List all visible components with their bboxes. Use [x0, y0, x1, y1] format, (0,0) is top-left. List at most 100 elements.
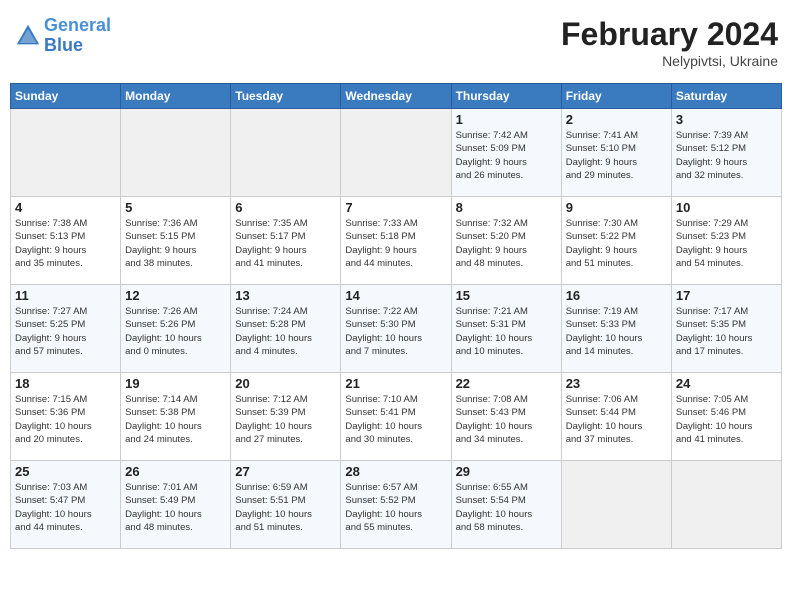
day-number: 22	[456, 376, 557, 391]
day-number: 4	[15, 200, 116, 215]
day-number: 11	[15, 288, 116, 303]
day-number: 14	[345, 288, 446, 303]
day-info: Sunrise: 7:24 AM Sunset: 5:28 PM Dayligh…	[235, 305, 336, 358]
day-info: Sunrise: 6:55 AM Sunset: 5:54 PM Dayligh…	[456, 481, 557, 534]
calendar-cell	[561, 461, 671, 549]
calendar-cell: 6 Sunrise: 7:35 AM Sunset: 5:17 PM Daylig…	[231, 197, 341, 285]
day-number: 26	[125, 464, 226, 479]
day-number: 8	[456, 200, 557, 215]
day-info: Sunrise: 7:14 AM Sunset: 5:38 PM Dayligh…	[125, 393, 226, 446]
day-number: 24	[676, 376, 777, 391]
day-info: Sunrise: 7:39 AM Sunset: 5:12 PM Dayligh…	[676, 129, 777, 182]
day-number: 25	[15, 464, 116, 479]
day-info: Sunrise: 7:21 AM Sunset: 5:31 PM Dayligh…	[456, 305, 557, 358]
calendar-cell: 9 Sunrise: 7:30 AM Sunset: 5:22 PM Daylig…	[561, 197, 671, 285]
day-info: Sunrise: 7:10 AM Sunset: 5:41 PM Dayligh…	[345, 393, 446, 446]
day-number: 20	[235, 376, 336, 391]
weekday-header-friday: Friday	[561, 84, 671, 109]
day-info: Sunrise: 7:26 AM Sunset: 5:26 PM Dayligh…	[125, 305, 226, 358]
day-number: 2	[566, 112, 667, 127]
day-number: 7	[345, 200, 446, 215]
logo: General Blue	[14, 16, 111, 56]
title-block: February 2024 Nelypivtsi, Ukraine	[561, 16, 778, 69]
day-info: Sunrise: 7:05 AM Sunset: 5:46 PM Dayligh…	[676, 393, 777, 446]
calendar-cell: 21 Sunrise: 7:10 AM Sunset: 5:41 PM Dayli…	[341, 373, 451, 461]
calendar-cell: 24 Sunrise: 7:05 AM Sunset: 5:46 PM Dayli…	[671, 373, 781, 461]
day-number: 15	[456, 288, 557, 303]
calendar-cell: 18 Sunrise: 7:15 AM Sunset: 5:36 PM Dayli…	[11, 373, 121, 461]
calendar-cell: 13 Sunrise: 7:24 AM Sunset: 5:28 PM Dayli…	[231, 285, 341, 373]
day-number: 27	[235, 464, 336, 479]
day-number: 6	[235, 200, 336, 215]
day-info: Sunrise: 7:42 AM Sunset: 5:09 PM Dayligh…	[456, 129, 557, 182]
calendar-cell: 10 Sunrise: 7:29 AM Sunset: 5:23 PM Dayli…	[671, 197, 781, 285]
calendar-cell: 29 Sunrise: 6:55 AM Sunset: 5:54 PM Dayli…	[451, 461, 561, 549]
weekday-header-thursday: Thursday	[451, 84, 561, 109]
calendar-cell: 27Sunrise: 6:59 AM Sunset: 5:51 PM Dayli…	[231, 461, 341, 549]
day-number: 9	[566, 200, 667, 215]
calendar-cell	[11, 109, 121, 197]
calendar-cell: 15 Sunrise: 7:21 AM Sunset: 5:31 PM Dayli…	[451, 285, 561, 373]
page-header: General Blue February 2024 Nelypivtsi, U…	[10, 10, 782, 75]
day-number: 5	[125, 200, 226, 215]
weekday-header-wednesday: Wednesday	[341, 84, 451, 109]
calendar-cell: 8 Sunrise: 7:32 AM Sunset: 5:20 PM Daylig…	[451, 197, 561, 285]
calendar-table: SundayMondayTuesdayWednesdayThursdayFrid…	[10, 83, 782, 549]
day-number: 16	[566, 288, 667, 303]
month-year-title: February 2024	[561, 16, 778, 53]
calendar-cell: 17Sunrise: 7:17 AM Sunset: 5:35 PM Dayli…	[671, 285, 781, 373]
logo-text: General Blue	[44, 16, 111, 56]
calendar-cell	[671, 461, 781, 549]
day-info: Sunrise: 7:15 AM Sunset: 5:36 PM Dayligh…	[15, 393, 116, 446]
day-number: 18	[15, 376, 116, 391]
logo-icon	[14, 22, 42, 50]
day-info: Sunrise: 7:19 AM Sunset: 5:33 PM Dayligh…	[566, 305, 667, 358]
day-info: Sunrise: 7:27 AM Sunset: 5:25 PM Dayligh…	[15, 305, 116, 358]
day-info: Sunrise: 7:01 AM Sunset: 5:49 PM Dayligh…	[125, 481, 226, 534]
calendar-cell: 20 Sunrise: 7:12 AM Sunset: 5:39 PM Dayli…	[231, 373, 341, 461]
calendar-cell: 1 Sunrise: 7:42 AM Sunset: 5:09 PM Daylig…	[451, 109, 561, 197]
calendar-cell: 26 Sunrise: 7:01 AM Sunset: 5:49 PM Dayli…	[121, 461, 231, 549]
calendar-cell	[121, 109, 231, 197]
calendar-cell: 12Sunrise: 7:26 AM Sunset: 5:26 PM Dayli…	[121, 285, 231, 373]
calendar-cell: 19 Sunrise: 7:14 AM Sunset: 5:38 PM Dayli…	[121, 373, 231, 461]
calendar-cell: 23 Sunrise: 7:06 AM Sunset: 5:44 PM Dayli…	[561, 373, 671, 461]
day-info: Sunrise: 6:57 AM Sunset: 5:52 PM Dayligh…	[345, 481, 446, 534]
day-info: Sunrise: 7:29 AM Sunset: 5:23 PM Dayligh…	[676, 217, 777, 270]
calendar-cell: 22 Sunrise: 7:08 AM Sunset: 5:43 PM Dayli…	[451, 373, 561, 461]
day-info: Sunrise: 7:06 AM Sunset: 5:44 PM Dayligh…	[566, 393, 667, 446]
calendar-cell: 14 Sunrise: 7:22 AM Sunset: 5:30 PM Dayli…	[341, 285, 451, 373]
calendar-cell	[341, 109, 451, 197]
weekday-header-monday: Monday	[121, 84, 231, 109]
calendar-cell: 3Sunrise: 7:39 AM Sunset: 5:12 PM Daylig…	[671, 109, 781, 197]
day-info: Sunrise: 7:08 AM Sunset: 5:43 PM Dayligh…	[456, 393, 557, 446]
day-number: 29	[456, 464, 557, 479]
day-info: Sunrise: 7:32 AM Sunset: 5:20 PM Dayligh…	[456, 217, 557, 270]
day-number: 10	[676, 200, 777, 215]
calendar-cell: 16 Sunrise: 7:19 AM Sunset: 5:33 PM Dayli…	[561, 285, 671, 373]
location-subtitle: Nelypivtsi, Ukraine	[561, 53, 778, 69]
calendar-cell: 25 Sunrise: 7:03 AM Sunset: 5:47 PM Dayli…	[11, 461, 121, 549]
calendar-cell: 2 Sunrise: 7:41 AM Sunset: 5:10 PM Daylig…	[561, 109, 671, 197]
day-number: 13	[235, 288, 336, 303]
day-info: Sunrise: 7:41 AM Sunset: 5:10 PM Dayligh…	[566, 129, 667, 182]
day-info: Sunrise: 7:03 AM Sunset: 5:47 PM Dayligh…	[15, 481, 116, 534]
day-info: Sunrise: 7:35 AM Sunset: 5:17 PM Dayligh…	[235, 217, 336, 270]
day-number: 19	[125, 376, 226, 391]
calendar-cell: 5 Sunrise: 7:36 AM Sunset: 5:15 PM Daylig…	[121, 197, 231, 285]
calendar-cell: 7Sunrise: 7:33 AM Sunset: 5:18 PM Daylig…	[341, 197, 451, 285]
calendar-cell: 4 Sunrise: 7:38 AM Sunset: 5:13 PM Daylig…	[11, 197, 121, 285]
day-info: Sunrise: 7:12 AM Sunset: 5:39 PM Dayligh…	[235, 393, 336, 446]
day-number: 23	[566, 376, 667, 391]
day-info: Sunrise: 7:36 AM Sunset: 5:15 PM Dayligh…	[125, 217, 226, 270]
day-number: 1	[456, 112, 557, 127]
calendar-cell: 11 Sunrise: 7:27 AM Sunset: 5:25 PM Dayli…	[11, 285, 121, 373]
calendar-cell: 28 Sunrise: 6:57 AM Sunset: 5:52 PM Dayli…	[341, 461, 451, 549]
day-info: Sunrise: 7:22 AM Sunset: 5:30 PM Dayligh…	[345, 305, 446, 358]
weekday-header-tuesday: Tuesday	[231, 84, 341, 109]
day-info: Sunrise: 7:38 AM Sunset: 5:13 PM Dayligh…	[15, 217, 116, 270]
day-number: 28	[345, 464, 446, 479]
day-info: Sunrise: 7:30 AM Sunset: 5:22 PM Dayligh…	[566, 217, 667, 270]
calendar-cell	[231, 109, 341, 197]
day-number: 21	[345, 376, 446, 391]
